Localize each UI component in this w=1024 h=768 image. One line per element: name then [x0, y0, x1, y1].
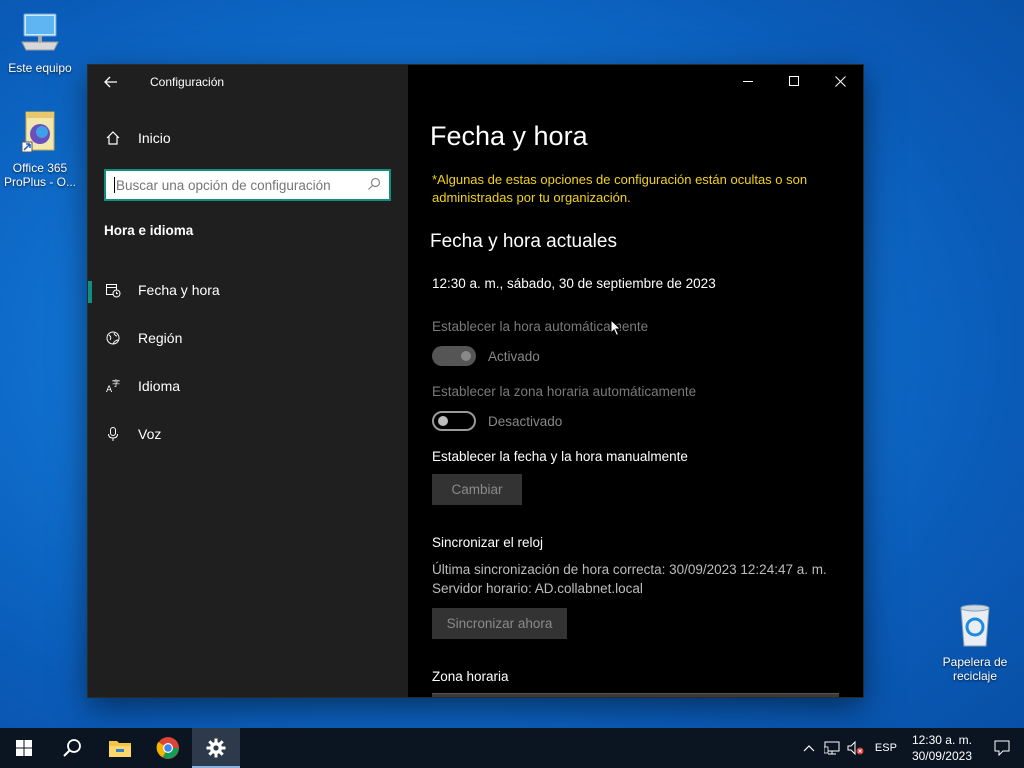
gear-icon — [206, 738, 226, 758]
volume-button[interactable] — [844, 728, 868, 768]
settings-taskbar-button[interactable] — [192, 728, 240, 768]
current-date-time-header: Fecha y hora actuales — [430, 231, 617, 252]
back-button[interactable] — [88, 65, 134, 99]
chrome-icon — [156, 737, 179, 759]
sidebar-item-date-time[interactable]: Fecha y hora — [88, 270, 408, 310]
sidebar-item-language[interactable]: A字 Idioma — [88, 366, 408, 406]
text-caret — [114, 177, 115, 193]
desktop-icon-office[interactable]: Office 365 ProPlus - O... — [0, 110, 80, 189]
clock-time: 12:30 a. m. — [911, 733, 972, 747]
toggle-knob — [438, 416, 448, 426]
search-icon — [63, 739, 81, 757]
clock-date: 30/09/2023 — [911, 749, 972, 763]
nav-home-label: Inicio — [138, 130, 171, 146]
section-header: Hora e idioma — [104, 223, 194, 238]
desktop-icon-recycle-bin[interactable]: Papelera de reciclaje — [934, 602, 1016, 683]
recycle-bin-icon — [934, 602, 1016, 651]
computer-icon — [0, 10, 80, 57]
system-tray: ESP 12:30 a. m. 30/09/2023 — [798, 728, 1024, 768]
desktop-icon-this-pc[interactable]: Este equipo — [0, 10, 80, 75]
auto-zone-state: Desactivado — [488, 414, 563, 429]
language-icon: A字 — [88, 378, 138, 394]
desktop-icon-label: Papelera de reciclaje — [942, 655, 1008, 683]
notification-icon — [994, 740, 1010, 756]
show-hidden-icons-button[interactable] — [798, 728, 820, 768]
last-sync-info: Última sincronización de hora correcta: … — [432, 562, 827, 577]
sidebar-item-label: Región — [138, 330, 183, 346]
folder-icon — [109, 741, 131, 757]
mouse-cursor-icon — [610, 318, 622, 342]
home-icon — [88, 130, 138, 146]
search-placeholder: Buscar una opción de configuración — [116, 177, 331, 193]
sidebar-item-label: Idioma — [138, 378, 181, 394]
auto-time-state: Activado — [488, 349, 540, 364]
policy-note: *Algunas de estas opciones de configurac… — [432, 172, 808, 205]
page-title: Fecha y hora — [430, 121, 588, 151]
sync-now-button[interactable]: Sincronizar ahora — [432, 608, 567, 639]
settings-window: Configuración Inicio Buscar una opción d… — [88, 65, 863, 697]
desktop-icon-label: Este equipo — [8, 61, 72, 75]
sidebar-item-region[interactable]: Región — [88, 318, 408, 358]
timezone-label: Zona horaria — [432, 669, 509, 684]
volume-muted-icon — [847, 741, 864, 755]
auto-zone-toggle[interactable] — [432, 411, 476, 431]
chrome-button[interactable] — [144, 728, 192, 768]
manual-set-label: Establecer la fecha y la hora manualment… — [432, 449, 688, 464]
desktop-icon-label: Office 365 ProPlus - O... — [3, 161, 77, 189]
arrow-left-icon — [104, 76, 117, 88]
main-content: Fecha y hora *Algunas de estas opciones … — [408, 65, 863, 697]
action-center-button[interactable] — [980, 728, 1024, 768]
windows-logo-icon — [16, 740, 32, 756]
auto-time-toggle[interactable] — [432, 346, 476, 366]
change-button[interactable]: Cambiar — [432, 474, 522, 505]
app-title: Configuración — [150, 75, 225, 89]
auto-zone-label: Establecer la zona horaria automáticamen… — [432, 384, 697, 399]
microphone-icon — [88, 426, 138, 442]
calendar-clock-icon — [88, 282, 138, 298]
svg-text:字: 字 — [112, 378, 120, 388]
title-bar: Configuración — [88, 65, 408, 99]
network-button[interactable] — [820, 728, 844, 768]
sidebar-item-label: Fecha y hora — [138, 282, 220, 298]
file-explorer-button[interactable] — [96, 728, 144, 768]
search-icon[interactable] — [367, 177, 381, 194]
clock-button[interactable]: 12:30 a. m. 30/09/2023 — [904, 728, 980, 768]
sidebar-item-speech[interactable]: Voz — [88, 414, 408, 454]
network-icon — [823, 741, 840, 755]
start-button[interactable] — [0, 728, 48, 768]
timezone-dropdown[interactable] — [432, 693, 839, 697]
search-button[interactable] — [48, 728, 96, 768]
office-shortcut-icon — [0, 110, 80, 157]
globe-icon — [88, 330, 138, 346]
sidebar: Configuración Inicio Buscar una opción d… — [88, 65, 408, 697]
chevron-up-icon — [803, 745, 815, 752]
nav-home[interactable]: Inicio — [88, 120, 408, 156]
current-date-time: 12:30 a. m., sábado, 30 de septiembre de… — [432, 276, 716, 291]
time-server-info: Servidor horario: AD.collabnet.local — [432, 581, 643, 596]
input-language-indicator[interactable]: ESP — [868, 728, 904, 768]
sync-header: Sincronizar el reloj — [432, 535, 544, 550]
toggle-knob — [461, 351, 471, 361]
sidebar-item-label: Voz — [138, 426, 162, 442]
taskbar: ESP 12:30 a. m. 30/09/2023 — [0, 728, 1024, 768]
search-input[interactable]: Buscar una opción de configuración — [104, 169, 391, 201]
